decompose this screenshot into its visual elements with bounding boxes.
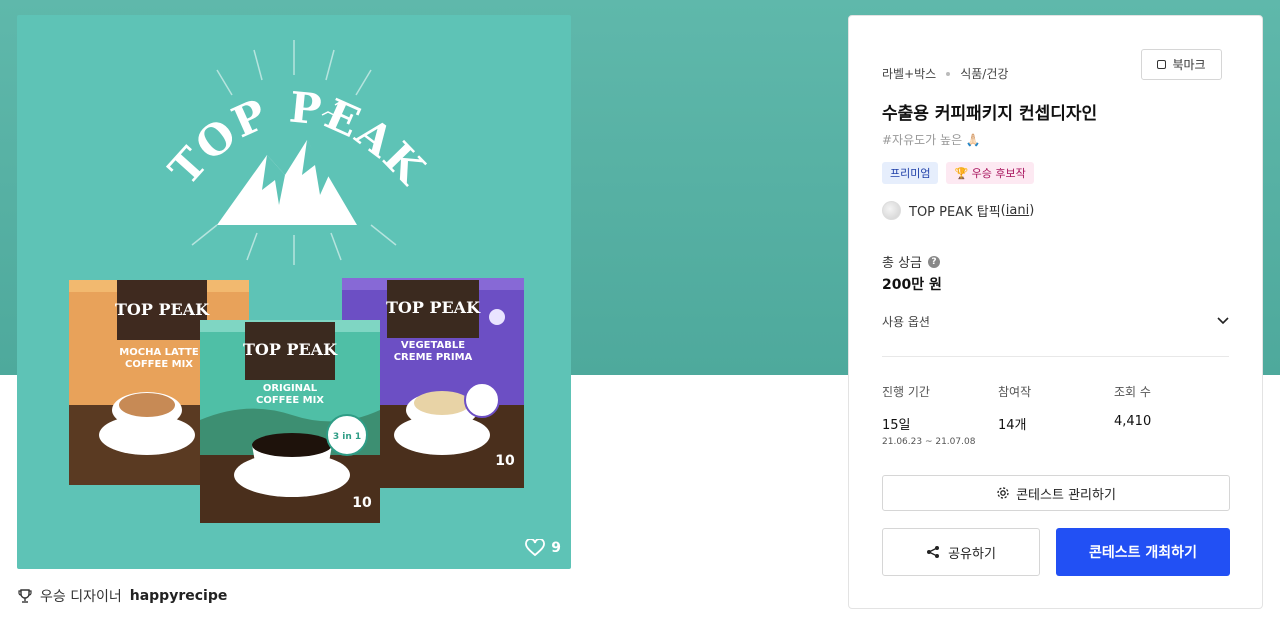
bookmark-icon [1157,60,1167,69]
contest-title: 수출용 커피패키지 컨셉디자인 [882,104,1098,124]
heart-icon [525,539,546,557]
manage-contest-button[interactable]: 콘테스트 관리하기 [882,475,1230,511]
host-contest-label: 콘테스트 개최하기 [1089,545,1197,561]
host-contest-button[interactable]: 콘테스트 개최하기 [1056,528,1230,576]
category-secondary[interactable]: 식품/건강 [960,65,1008,82]
breadcrumb-separator [946,71,951,76]
stat-views: 조회 수 4,410 [1114,383,1151,429]
winner-label: 우승 디자이너 [40,589,122,605]
svg-text:10: 10 [352,495,372,511]
svg-text:3 in 1: 3 in 1 [333,432,361,442]
category-breadcrumb: 라벨+박스 식품/건강 [882,65,1008,82]
share-button[interactable]: 공유하기 [882,528,1040,576]
svg-text:COFFEE MIX: COFFEE MIX [256,395,324,406]
usage-options-label: 사용 옵션 [882,314,930,329]
divider [882,356,1229,357]
svg-text:VEGETABLE: VEGETABLE [401,340,465,351]
contest-artwork[interactable]: TOP PEAK TOP PEAK MOCHA LATTE COFFEE MIX [17,15,571,569]
entries-value: 14개 [998,418,1027,433]
svg-text:TOP PEAK: TOP PEAK [115,300,210,319]
winner-candidate-badge: 🏆 우승 후보작 [946,162,1034,184]
entries-label: 참여작 [998,385,1032,399]
bookmark-label: 북마크 [1172,58,1206,72]
premium-badge: 프리미엄 [882,162,939,184]
gear-icon [997,487,1009,499]
usage-options-toggle[interactable]: 사용 옵션 [882,312,1229,330]
share-label: 공유하기 [948,546,996,562]
badge-row: 프리미엄 🏆 우승 후보작 [882,162,1034,184]
svg-text:TOP PEAK: TOP PEAK [243,340,338,359]
prize-value: 200만 원 [882,277,942,293]
like-button[interactable]: 9 [525,539,561,557]
help-icon[interactable]: ? [928,255,941,268]
svg-text:TOP PEAK: TOP PEAK [386,298,481,317]
svg-text:CREME PRIMA: CREME PRIMA [394,352,473,363]
winner-name[interactable]: happyrecipe [130,588,228,604]
views-label: 조회 수 [1114,385,1151,399]
stat-entries: 참여작 14개 [998,383,1031,433]
owner-id[interactable]: iani [1006,203,1029,218]
owner-name: TOP PEAK 탑픽 [909,205,1001,220]
views-value: 4,410 [1114,414,1152,429]
contest-info-panel: 라벨+박스 식품/건강 북마크 수출용 커피패키지 컨셉디자인 #자유도가 높은… [848,15,1263,609]
period-value: 15일 [882,418,911,433]
avatar [882,201,901,220]
category-primary[interactable]: 라벨+박스 [882,65,936,82]
prize-label: 총 상금 ? [882,252,941,271]
chevron-down-icon [1217,317,1229,325]
trophy-icon [18,589,32,603]
period-range: 21.06.23 ~ 21.07.08 [882,437,976,447]
svg-text:ORIGINAL: ORIGINAL [263,383,318,394]
prize-label-text: 총 상금 [882,256,923,271]
box-original-coffee: TOP PEAK ORIGINAL COFFEE MIX 3 in 1 10 [200,320,380,523]
artwork-image: TOP PEAK TOP PEAK MOCHA LATTE COFFEE MIX [69,40,524,523]
share-icon [927,546,940,558]
svg-text:COFFEE MIX: COFFEE MIX [125,359,193,370]
contest-tagline: #자유도가 높은 🙏🏻 [882,133,981,147]
manage-contest-label: 콘테스트 관리하기 [1016,487,1116,503]
period-label: 진행 기간 [882,385,930,399]
svg-text:10: 10 [495,453,515,469]
svg-text:MOCHA LATTE: MOCHA LATTE [119,347,199,358]
like-count: 9 [551,540,561,556]
winner-designer: 우승 디자이너 happyrecipe [18,586,227,606]
contest-owner[interactable]: TOP PEAK 탑픽 (iani) [882,201,1034,220]
stat-period: 진행 기간 15일 21.06.23 ~ 21.07.08 [882,383,975,447]
bookmark-button[interactable]: 북마크 [1141,49,1222,80]
